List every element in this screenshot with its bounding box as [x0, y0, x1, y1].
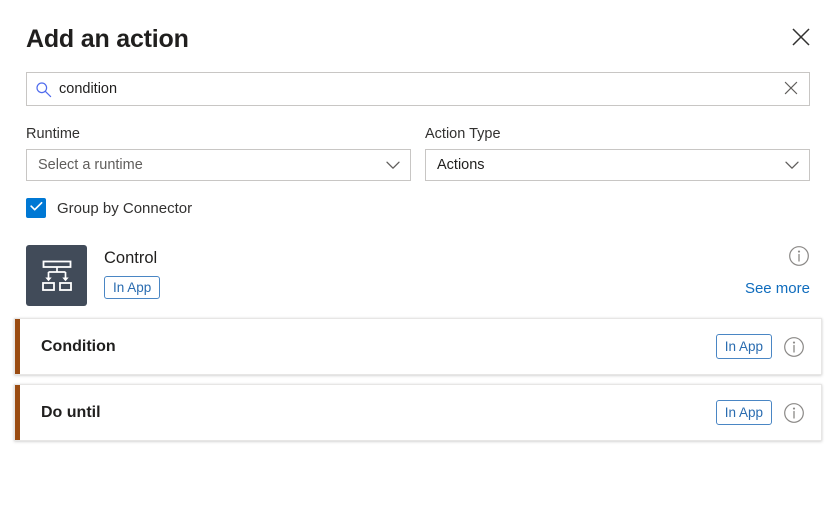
check-icon: [29, 199, 43, 217]
action-row-meta: In App: [715, 400, 805, 425]
runtime-dropdown[interactable]: Select a runtime: [26, 149, 411, 181]
filter-row: Runtime Select a runtime Action Type Act…: [26, 124, 810, 181]
action-row-meta: In App: [715, 334, 805, 359]
runtime-filter: Runtime Select a runtime: [26, 124, 411, 181]
runtime-label: Runtime: [26, 126, 80, 142]
clear-icon: [784, 81, 798, 98]
runtime-value: Select a runtime: [38, 157, 143, 173]
action-badge: In App: [715, 400, 772, 425]
search-input[interactable]: [59, 73, 773, 105]
action-row-condition[interactable]: Condition In App: [14, 318, 822, 375]
search-icon: [27, 81, 59, 98]
chevron-down-icon: [785, 161, 799, 170]
action-type-filter: Action Type Actions: [425, 124, 810, 181]
see-more-link[interactable]: See more: [745, 280, 810, 297]
group-by-connector-checkbox[interactable]: Group by Connector: [26, 198, 192, 218]
action-type-label: Action Type: [425, 126, 501, 142]
close-button[interactable]: [784, 20, 818, 54]
connector-meta: Control In App: [104, 245, 161, 299]
info-icon[interactable]: [783, 402, 805, 424]
action-row-do-until[interactable]: Do until In App: [14, 384, 822, 441]
connector-group-control: Control In App See more: [26, 245, 810, 309]
info-icon[interactable]: [783, 336, 805, 358]
close-icon: [791, 27, 811, 47]
action-list: Condition In App Do until In App: [14, 318, 822, 441]
page-title: Add an action: [26, 25, 189, 53]
action-type-dropdown[interactable]: Actions: [425, 149, 810, 181]
panel-header: Add an action: [0, 0, 836, 72]
action-name: Do until: [41, 403, 101, 421]
search-box[interactable]: [26, 72, 810, 106]
action-accent-bar: [15, 385, 20, 440]
action-name: Condition: [41, 337, 116, 355]
connector-actions: See more: [745, 245, 810, 297]
action-accent-bar: [15, 319, 20, 374]
checkbox-box: [26, 198, 46, 218]
connector-name: Control: [104, 249, 158, 267]
connector-badge: In App: [104, 276, 161, 299]
control-flow-icon: [26, 245, 87, 306]
action-badge: In App: [715, 334, 772, 359]
action-type-value: Actions: [437, 157, 485, 173]
clear-search-button[interactable]: [773, 73, 809, 105]
group-by-connector-label: Group by Connector: [57, 199, 193, 217]
info-icon[interactable]: [788, 245, 810, 267]
chevron-down-icon: [386, 161, 400, 170]
